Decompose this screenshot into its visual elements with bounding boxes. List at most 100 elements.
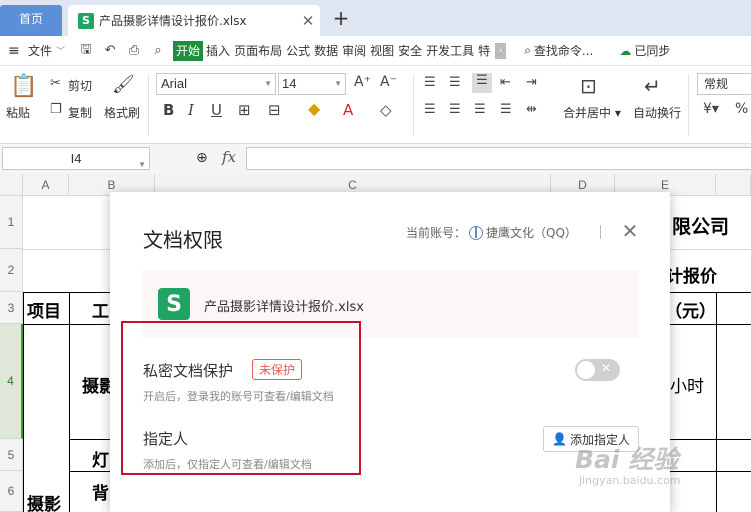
- column-header[interactable]: A: [23, 174, 69, 196]
- paste-icon[interactable]: 📋: [10, 74, 37, 99]
- merge-center-icon[interactable]: ⊡: [580, 74, 597, 98]
- sync-status[interactable]: ☁ 已同步: [619, 42, 670, 59]
- scissors-icon[interactable]: ✂: [50, 76, 61, 91]
- new-tab-icon[interactable]: +: [330, 6, 352, 30]
- toggle-knob: [577, 361, 595, 379]
- wrap-text-icon[interactable]: ↵: [644, 74, 661, 98]
- format-painter-button[interactable]: 格式刷: [104, 104, 140, 121]
- paste-button[interactable]: 粘贴: [6, 104, 30, 121]
- tab-page-layout[interactable]: 页面布局: [233, 41, 283, 61]
- cloud-sync-icon: ☁: [619, 43, 632, 58]
- decrease-font-icon[interactable]: A⁻: [380, 74, 397, 90]
- private-protection-toggle[interactable]: ✕: [575, 359, 620, 381]
- row-header[interactable]: 2: [0, 249, 23, 292]
- account-avatar-icon: [469, 225, 484, 240]
- increase-font-icon[interactable]: A⁺: [354, 74, 371, 90]
- tab-review[interactable]: 审阅: [341, 41, 367, 61]
- align-bottom-icon[interactable]: ☰: [472, 73, 492, 93]
- copy-button[interactable]: 复制: [68, 104, 92, 121]
- formula-input[interactable]: [246, 147, 751, 170]
- close-icon[interactable]: ✕: [621, 219, 639, 243]
- chevron-down-icon: ▼: [264, 79, 272, 88]
- hamburger-icon[interactable]: ≡: [8, 43, 22, 59]
- add-user-icon: 👤: [552, 432, 567, 446]
- tab-developer[interactable]: 开发工具: [425, 41, 475, 61]
- more-tabs-icon[interactable]: ›: [495, 42, 507, 59]
- cell-b6[interactable]: 背: [92, 479, 109, 504]
- format-painter-icon[interactable]: 🖌: [112, 74, 135, 95]
- row-header[interactable]: 1: [0, 196, 23, 249]
- tab-home[interactable]: 首页: [0, 5, 62, 36]
- cell-subtitle[interactable]: 计报价: [666, 262, 717, 287]
- print-icon[interactable]: ⎙: [125, 43, 143, 58]
- print-preview-icon[interactable]: ⌕: [149, 43, 167, 58]
- cell-a3[interactable]: 项目: [27, 297, 61, 322]
- tab-start[interactable]: 开始: [173, 40, 204, 61]
- function-icon[interactable]: fx: [222, 148, 236, 166]
- tab-data[interactable]: 数据: [313, 41, 339, 61]
- align-left-icon[interactable]: ☰: [424, 102, 436, 117]
- zoom-icon[interactable]: ⊕: [196, 150, 208, 166]
- chevron-down-icon: ▼: [334, 79, 342, 88]
- percent-icon[interactable]: %: [735, 101, 748, 117]
- cell-style-icon[interactable]: ⊟: [268, 101, 281, 119]
- chevron-down-icon: ▼: [138, 160, 146, 169]
- current-account: 当前账号： 捷鹰文化（QQ）: [406, 225, 577, 240]
- cell-title[interactable]: 限公司: [672, 212, 729, 239]
- file-name: 产品摄影详情设计报价.xlsx: [204, 300, 364, 315]
- cell-b5[interactable]: 灯: [92, 446, 109, 471]
- tab-file[interactable]: S 产品摄影详情设计报价.xlsx ✕: [68, 5, 320, 36]
- italic-icon[interactable]: I: [188, 101, 194, 119]
- tab-special[interactable]: 特: [477, 41, 491, 61]
- indent-decrease-icon[interactable]: ⇤: [500, 75, 511, 90]
- tab-bar: 首页 S 产品摄影详情设计报价.xlsx ✕ +: [0, 0, 751, 36]
- bold-icon[interactable]: B: [163, 101, 174, 119]
- number-format-select[interactable]: 常规: [697, 73, 751, 95]
- align-center-icon[interactable]: ☰: [449, 102, 461, 117]
- tab-formula[interactable]: 公式: [285, 41, 311, 61]
- cell-e4[interactable]: 小时: [670, 372, 704, 397]
- copy-icon[interactable]: ❐: [50, 102, 62, 117]
- column-header[interactable]: [716, 174, 751, 196]
- cut-button[interactable]: 剪切: [68, 77, 92, 94]
- font-size-select[interactable]: 14 ▼: [278, 73, 346, 95]
- font-name-select[interactable]: Arial ▼: [156, 73, 276, 95]
- indent-increase-icon[interactable]: ⇥: [526, 75, 537, 90]
- cell-e3[interactable]: （元）: [665, 297, 716, 322]
- align-middle-icon[interactable]: ☰: [449, 75, 461, 90]
- command-search[interactable]: ⌕ 查找命令...: [524, 42, 593, 59]
- font-color-icon[interactable]: A: [343, 101, 353, 119]
- undo-icon[interactable]: ↶: [101, 43, 119, 58]
- row-header[interactable]: 4: [0, 324, 23, 439]
- align-right-icon[interactable]: ☰: [474, 102, 486, 117]
- currency-icon[interactable]: ¥▾: [703, 101, 719, 117]
- tab-insert[interactable]: 插入: [205, 41, 231, 61]
- align-top-icon[interactable]: ☰: [424, 75, 436, 90]
- annotation-highlight-box: [121, 321, 361, 475]
- save-icon[interactable]: 🖫: [77, 40, 95, 62]
- menu-row: ≡ 文件 ﹀ 🖫 ↶ ⎙ ⌕ 开始 插入 页面布局 公式 数据 审阅 视图 安全…: [0, 36, 751, 66]
- toggle-off-icon: ✕: [601, 361, 612, 375]
- tab-view[interactable]: 视图: [369, 41, 395, 61]
- chevron-down-icon[interactable]: ﹀: [56, 44, 65, 57]
- tab-security[interactable]: 安全: [397, 41, 423, 61]
- underline-icon[interactable]: U: [211, 101, 222, 119]
- watermark: Bai 经验 jingyan.baidu.com: [575, 440, 681, 487]
- cell-reference-box[interactable]: I4 ▼: [2, 147, 150, 170]
- formula-bar: I4 ▼ ⊕ fx: [0, 144, 751, 174]
- row-header[interactable]: 3: [0, 292, 23, 324]
- clear-format-icon[interactable]: ◇: [380, 101, 392, 119]
- menu-file[interactable]: 文件: [28, 42, 52, 59]
- justify-icon[interactable]: ☰: [500, 102, 512, 117]
- select-all-corner[interactable]: [0, 174, 23, 196]
- border-icon[interactable]: ⊞: [238, 101, 251, 119]
- cell-a6[interactable]: 摄影: [27, 490, 61, 512]
- row-header[interactable]: 6: [0, 471, 23, 512]
- merge-center-button[interactable]: 合并居中 ▾: [563, 104, 621, 121]
- tab-close-icon[interactable]: ✕: [296, 12, 320, 30]
- cell-b3[interactable]: 工: [92, 297, 109, 322]
- row-header[interactable]: 5: [0, 439, 23, 471]
- distribute-icon[interactable]: ⇹: [526, 102, 537, 117]
- fill-color-icon[interactable]: ◆: [308, 99, 320, 118]
- wrap-text-button[interactable]: 自动换行: [633, 104, 681, 121]
